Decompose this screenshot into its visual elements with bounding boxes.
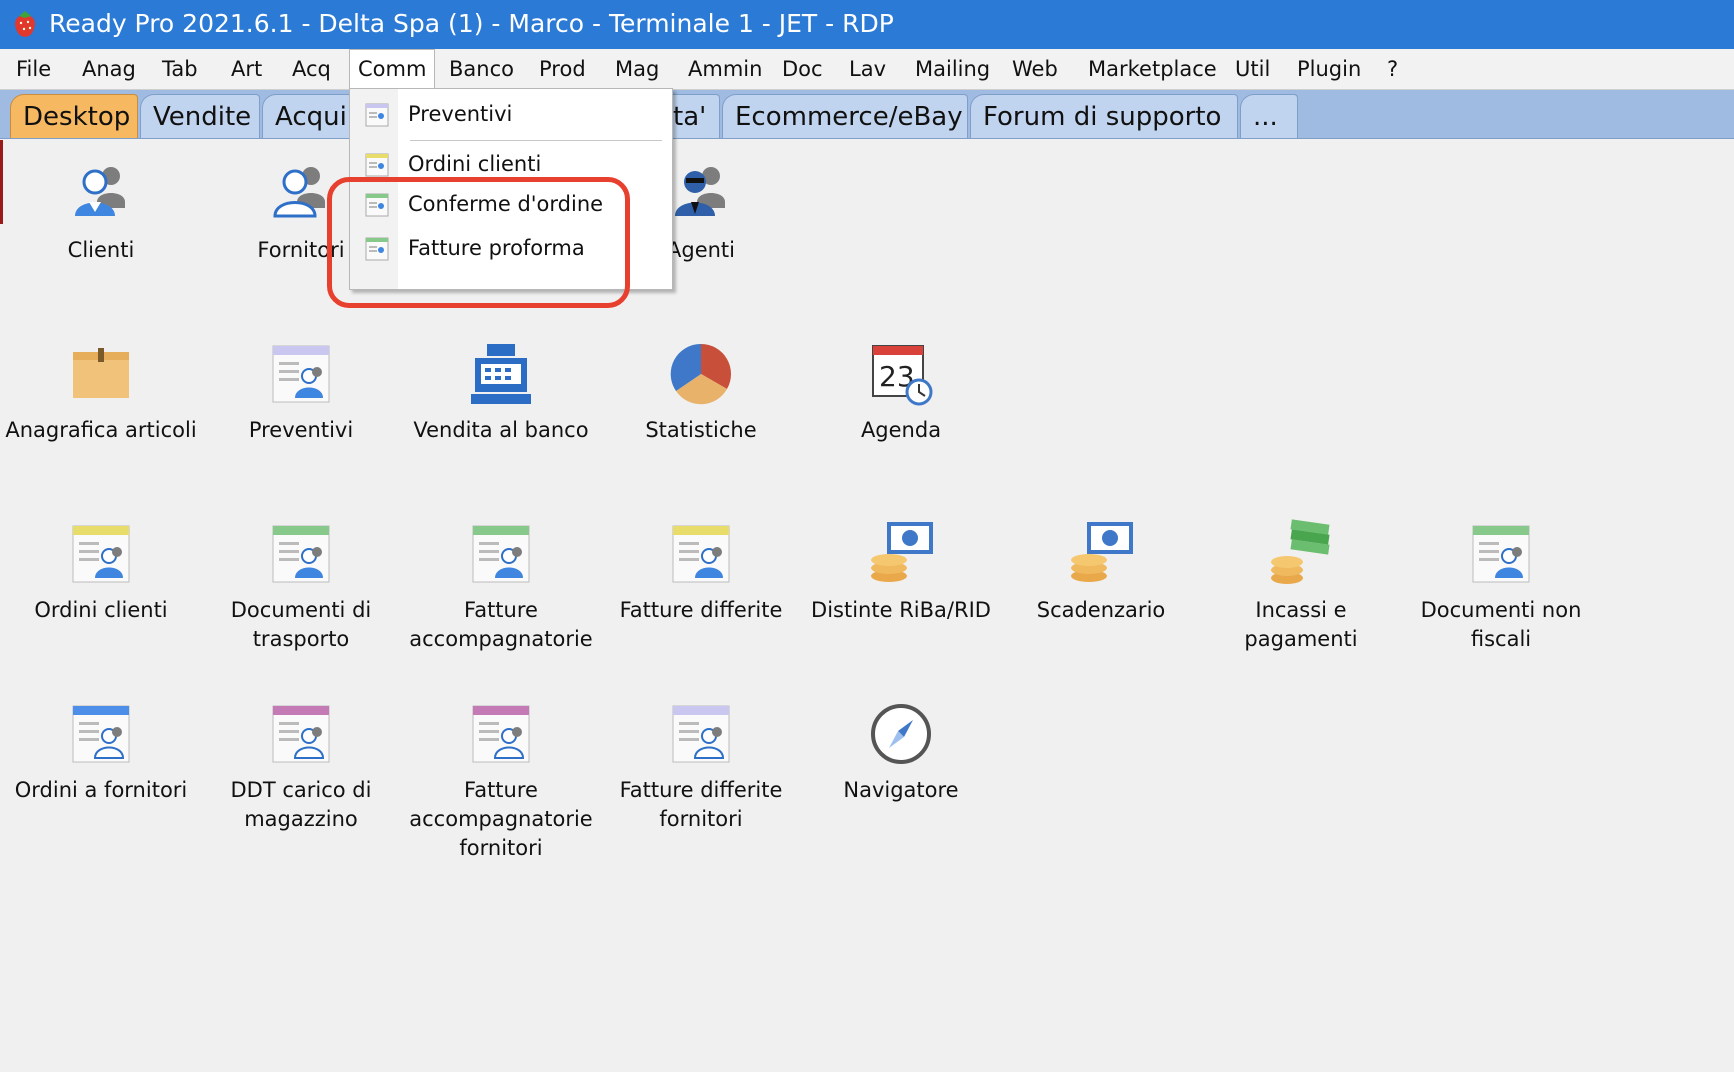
desktop-agenda[interactable]: 23 Agenda: [803, 338, 999, 445]
document-green-icon: [1465, 518, 1537, 590]
desktop-documenti-non-fiscali[interactable]: Documenti non fiscali: [1403, 518, 1599, 654]
tab-desktop[interactable]: Desktop: [10, 94, 138, 138]
menu-item-label: Preventivi: [408, 102, 513, 126]
desktop-label: Fatture differite: [619, 598, 783, 622]
desktop-label: DDT carico di magazzino: [230, 778, 372, 831]
menu-file[interactable]: File: [16, 49, 51, 89]
desktop-fatture-accompagnatorie-fornitori[interactable]: Fatture accompagnatorie fornitori: [403, 698, 599, 863]
desktop-label: Statistiche: [645, 418, 757, 442]
desktop-ordini-clienti[interactable]: Ordini clienti: [3, 518, 199, 625]
desktop-label: Incassi e pagamenti: [1244, 598, 1358, 651]
highlight-annotation: [327, 177, 630, 308]
desktop-label: Ordini clienti: [34, 598, 168, 622]
desktop-label: Clienti: [67, 238, 135, 262]
menu-art[interactable]: Art: [231, 49, 262, 89]
document-icon: [365, 153, 389, 177]
banknotes-coins-icon: [1265, 518, 1337, 590]
desktop-vendita-banco[interactable]: Vendita al banco: [403, 338, 599, 445]
tab-strip: Desktop Vendite Acqui ta' Ecommerce/eBay…: [0, 90, 1734, 139]
desktop-incassi-pagamenti[interactable]: Incassi e pagamenti: [1203, 518, 1399, 654]
document-icon: [365, 103, 389, 127]
desktop-label: Anagrafica articoli: [5, 418, 197, 442]
title-bar: Ready Pro 2021.6.1 - Delta Spa (1) - Mar…: [0, 0, 1734, 49]
desktop-ddt-carico[interactable]: DDT carico di magazzino: [203, 698, 399, 834]
menu-mag[interactable]: Mag: [615, 49, 659, 89]
agents-icon: [665, 158, 737, 230]
strawberry-icon: [15, 11, 35, 37]
desktop-label: Scadenzario: [1036, 598, 1166, 622]
compass-icon: [865, 698, 937, 770]
menu-item-label: Ordini clienti: [408, 152, 542, 176]
menu-banco[interactable]: Banco: [449, 49, 514, 89]
tab-more[interactable]: ...: [1240, 94, 1298, 138]
window-title: Ready Pro 2021.6.1 - Delta Spa (1) - Mar…: [49, 9, 894, 38]
menu-bar: File Anag Tab Art Acq Comm Banco Prod Ma…: [0, 49, 1734, 90]
money-coins-icon: [865, 518, 937, 590]
desktop-anagrafica-articoli[interactable]: Anagrafica articoli: [3, 338, 199, 445]
menu-util[interactable]: Util: [1235, 49, 1270, 89]
cash-register-icon: [465, 338, 537, 410]
document-green-icon: [465, 518, 537, 590]
menu-separator: [410, 140, 662, 141]
desktop-label: Vendita al banco: [413, 418, 589, 442]
desktop-label: Ordini a fornitori: [14, 778, 188, 802]
desktop-fatture-accompagnatorie[interactable]: Fatture accompagnatorie: [403, 518, 599, 654]
desktop-navigatore[interactable]: Navigatore: [803, 698, 999, 805]
box-icon: [65, 338, 137, 410]
desktop-label: Documenti non fiscali: [1420, 598, 1582, 651]
desktop-label: Preventivi: [248, 418, 354, 442]
menu-item-preventivi[interactable]: Preventivi: [350, 95, 672, 135]
menu-comm[interactable]: Comm: [349, 49, 436, 90]
desktop-distinte-riba[interactable]: Distinte RiBa/RID: [803, 518, 999, 625]
document-lavender-icon: [665, 698, 737, 770]
menu-help[interactable]: ?: [1387, 49, 1398, 89]
desktop-label: Documenti di trasporto: [230, 598, 372, 651]
desktop-ordini-fornitori[interactable]: Ordini a fornitori: [3, 698, 199, 805]
money-coins-icon: [1065, 518, 1137, 590]
calendar-clock-icon: 23: [865, 338, 937, 410]
desktop-documenti-trasporto[interactable]: Documenti di trasporto: [203, 518, 399, 654]
desktop-fatture-differite-fornitori[interactable]: Fatture differite fornitori: [603, 698, 799, 834]
menu-ammin[interactable]: Ammin: [688, 49, 762, 89]
document-purple-icon: [265, 698, 337, 770]
menu-plugin[interactable]: Plugin: [1297, 49, 1361, 89]
menu-lav[interactable]: Lav: [849, 49, 886, 89]
menu-marketplace[interactable]: Marketplace: [1088, 49, 1217, 89]
tab-vendite[interactable]: Vendite: [140, 94, 260, 138]
desktop-preventivi[interactable]: Preventivi: [203, 338, 399, 445]
document-blue-icon: [65, 698, 137, 770]
desktop-label: Navigatore: [843, 778, 959, 802]
users-icon: [65, 158, 137, 230]
tab-ecommerce[interactable]: Ecommerce/eBay: [722, 94, 968, 138]
desktop-label: Fatture differite fornitori: [619, 778, 783, 831]
menu-web[interactable]: Web: [1012, 49, 1058, 89]
document-purple-icon: [465, 698, 537, 770]
document-green-icon: [265, 518, 337, 590]
menu-prod[interactable]: Prod: [539, 49, 586, 89]
menu-mailing[interactable]: Mailing: [915, 49, 990, 89]
desktop-label: Distinte RiBa/RID: [811, 598, 991, 622]
menu-anag[interactable]: Anag: [82, 49, 136, 89]
tab-forum[interactable]: Forum di supporto: [970, 94, 1238, 138]
desktop-fatture-differite[interactable]: Fatture differite: [603, 518, 799, 625]
desktop-label: Agenda: [860, 418, 942, 442]
desktop-label: Fatture accompagnatorie fornitori: [409, 778, 593, 860]
desktop-label: Fatture accompagnatorie: [409, 598, 593, 651]
tab-acquisti[interactable]: Acqui: [262, 94, 352, 138]
document-lavender-icon: [265, 338, 337, 410]
pie-chart-icon: [665, 338, 737, 410]
desktop-statistiche[interactable]: Statistiche: [603, 338, 799, 445]
document-yellow-icon: [65, 518, 137, 590]
menu-tab[interactable]: Tab: [162, 49, 198, 89]
menu-acq[interactable]: Acq: [292, 49, 331, 89]
menu-doc[interactable]: Doc: [782, 49, 823, 89]
desktop-scadenzario[interactable]: Scadenzario: [1003, 518, 1199, 625]
document-yellow-icon: [665, 518, 737, 590]
desktop-clienti[interactable]: Clienti: [3, 158, 199, 265]
